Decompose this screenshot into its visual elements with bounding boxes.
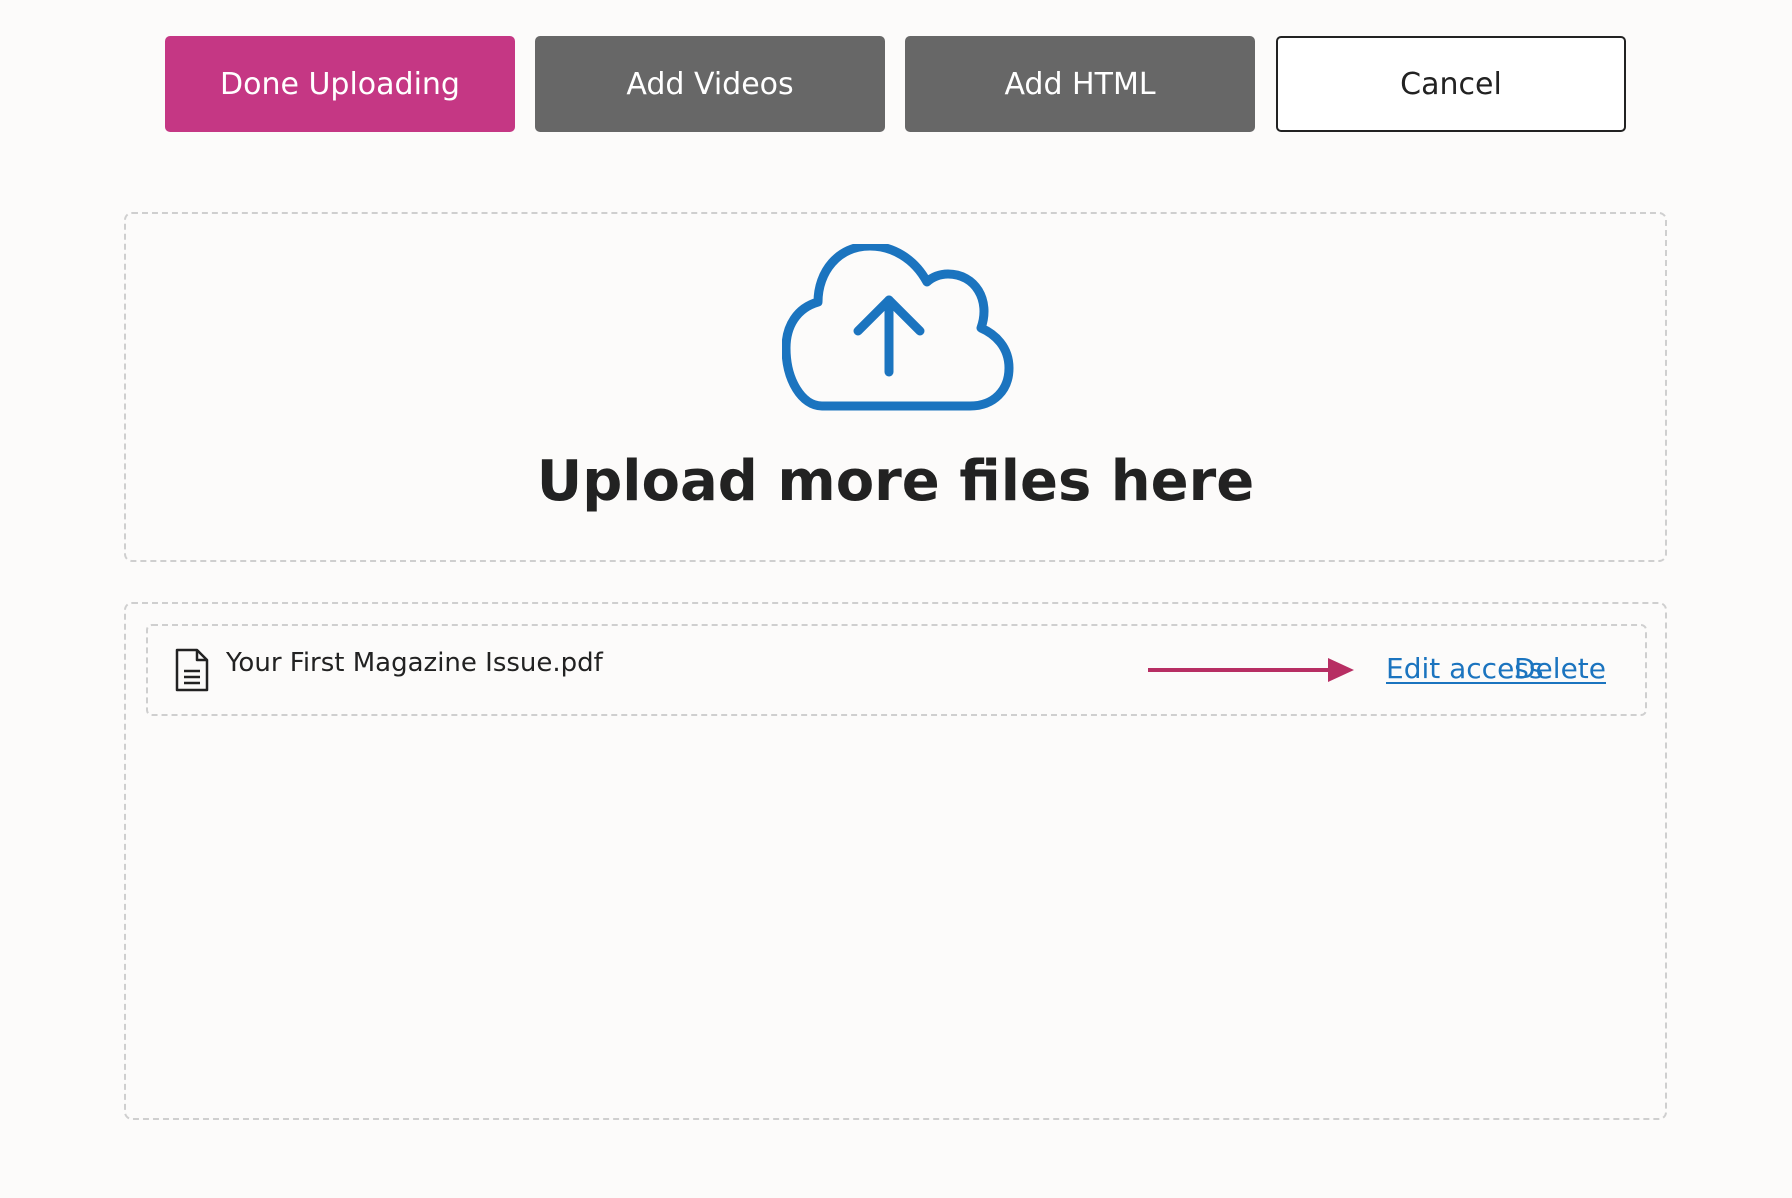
- cancel-label: Cancel: [1400, 66, 1502, 102]
- dropzone-title: Upload more files here: [536, 449, 1255, 514]
- add-html-button[interactable]: Add HTML: [905, 36, 1255, 132]
- done-uploading-button[interactable]: Done Uploading: [165, 36, 515, 132]
- done-uploading-label: Done Uploading: [220, 66, 460, 102]
- file-row: Your First Magazine Issue.pdf Edit acces…: [146, 624, 1647, 716]
- file-list: Your First Magazine Issue.pdf Edit acces…: [124, 602, 1667, 1120]
- add-html-label: Add HTML: [1004, 66, 1156, 102]
- add-videos-button[interactable]: Add Videos: [535, 36, 885, 132]
- document-icon: [175, 648, 209, 692]
- delete-link[interactable]: Delete: [1514, 652, 1606, 685]
- add-videos-label: Add Videos: [626, 66, 794, 102]
- cancel-button[interactable]: Cancel: [1276, 36, 1626, 132]
- cloud-upload-icon: [782, 244, 1014, 411]
- arrow-right-icon: [1148, 658, 1354, 682]
- file-name: Your First Magazine Issue.pdf: [226, 648, 603, 678]
- upload-dropzone[interactable]: Upload more files here: [124, 212, 1667, 562]
